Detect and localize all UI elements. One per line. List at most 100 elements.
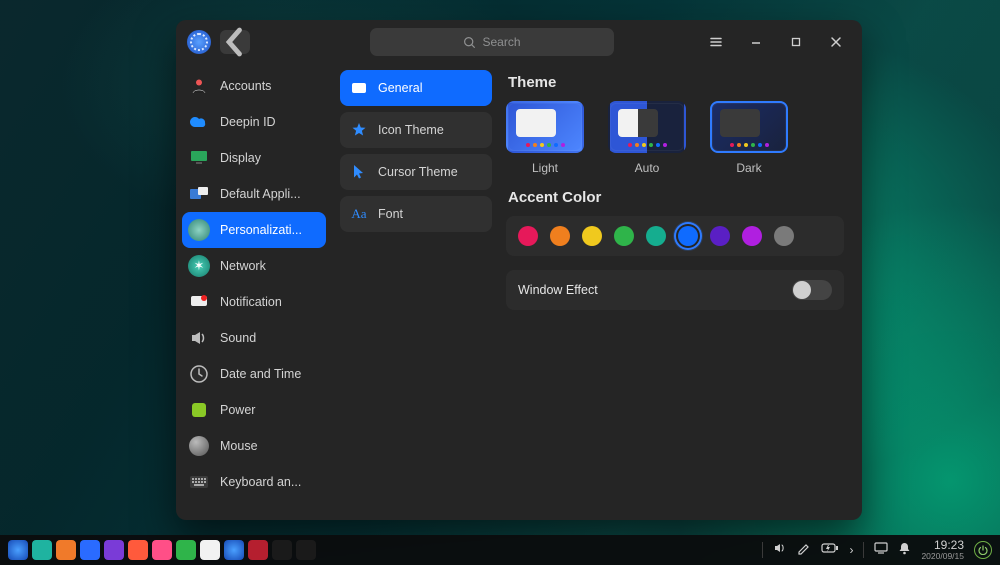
- sidebar-item-label: Notification: [220, 295, 282, 309]
- tray-desktop-icon[interactable]: [874, 542, 888, 557]
- accent-color-picker: [506, 216, 844, 256]
- font-icon: Aa: [350, 205, 368, 223]
- taskbar-app-more[interactable]: [296, 540, 316, 560]
- sidebar-item-keyboard[interactable]: Keyboard an...: [182, 464, 326, 500]
- sidebar-item-network[interactable]: ✶Network: [182, 248, 326, 284]
- sound-icon: [188, 327, 210, 349]
- cloud-icon: [188, 111, 210, 133]
- tray-volume-icon[interactable]: [773, 541, 787, 558]
- icon-theme-icon: [350, 121, 368, 139]
- taskbar-app-photos[interactable]: [152, 540, 172, 560]
- accent-swatch[interactable]: [678, 226, 698, 246]
- tray-battery-icon[interactable]: [821, 542, 839, 557]
- menu-button[interactable]: [696, 22, 736, 62]
- back-button[interactable]: [220, 30, 250, 54]
- theme-label: Dark: [736, 161, 761, 175]
- taskbar-app-multitask[interactable]: [32, 540, 52, 560]
- taskbar-app-app-store[interactable]: [80, 540, 100, 560]
- sidebar-item-accounts[interactable]: Accounts: [182, 68, 326, 104]
- sidebar-item-label: Default Appli...: [220, 187, 301, 201]
- desktop: Search Accounts Deepin ID Display Default A…: [0, 0, 1000, 565]
- taskbar-app-calendar[interactable]: [200, 540, 220, 560]
- sidebar-item-label: Display: [220, 151, 261, 165]
- accent-swatch[interactable]: [614, 226, 634, 246]
- minimize-icon: [749, 35, 763, 49]
- sidebar-item-cloud[interactable]: Deepin ID: [182, 104, 326, 140]
- sidebar-item-label: Deepin ID: [220, 115, 276, 129]
- category-sidebar: Accounts Deepin ID Display Default Appli...…: [176, 64, 332, 520]
- sidebar-item-notification[interactable]: Notification: [182, 284, 326, 320]
- theme-label: Auto: [635, 161, 660, 175]
- subtab-font[interactable]: Aa Font: [340, 196, 492, 232]
- subtab-icon-theme[interactable]: Icon Theme: [340, 112, 492, 148]
- theme-option-auto[interactable]: Auto: [608, 101, 686, 175]
- taskbar-app-browser[interactable]: [104, 540, 124, 560]
- taskbar-app-launcher[interactable]: [8, 540, 28, 560]
- settings-app-icon: [182, 25, 216, 59]
- theme-option-dark[interactable]: Dark: [710, 101, 788, 175]
- settings-window: Search Accounts Deepin ID Display Default A…: [176, 20, 862, 520]
- sidebar-item-mouse[interactable]: Mouse: [182, 428, 326, 464]
- taskbar-app-system-monitor[interactable]: [272, 540, 292, 560]
- accent-swatch[interactable]: [582, 226, 602, 246]
- sidebar-item-label: Date and Time: [220, 367, 301, 381]
- sidebar-item-label: Personalizati...: [220, 223, 302, 237]
- accent-swatch[interactable]: [742, 226, 762, 246]
- power-icon: [978, 545, 988, 555]
- taskbar: › 19:23 2020/09/15: [0, 535, 1000, 565]
- accent-heading: Accent Color: [508, 189, 844, 206]
- tray-edit-icon[interactable]: [797, 541, 811, 558]
- accent-swatch[interactable]: [646, 226, 666, 246]
- mouse-icon: [188, 435, 210, 457]
- sidebar-item-time[interactable]: Date and Time: [182, 356, 326, 392]
- sidebar-item-sound[interactable]: Sound: [182, 320, 326, 356]
- sidebar-item-label: Sound: [220, 331, 256, 345]
- accounts-icon: [188, 75, 210, 97]
- maximize-button[interactable]: [776, 22, 816, 62]
- keyboard-icon: [188, 471, 210, 493]
- search-input[interactable]: Search: [370, 28, 614, 56]
- tray-expand-icon[interactable]: ›: [849, 543, 853, 557]
- theme-thumbnail: [710, 101, 788, 153]
- clock-time: 19:23: [921, 539, 964, 552]
- subtab-cursor-theme[interactable]: Cursor Theme: [340, 154, 492, 190]
- theme-thumbnail: [506, 101, 584, 153]
- sidebar-item-power[interactable]: Power: [182, 392, 326, 428]
- cursor-theme-icon: [350, 163, 368, 181]
- theme-options: Light Auto Dark: [506, 101, 844, 175]
- close-button[interactable]: [816, 22, 856, 62]
- display-icon: [188, 147, 210, 169]
- sidebar-item-display[interactable]: Display: [182, 140, 326, 176]
- accent-swatch[interactable]: [550, 226, 570, 246]
- accent-swatch[interactable]: [774, 226, 794, 246]
- tray-notification-icon[interactable]: [898, 542, 911, 558]
- window-effect-toggle[interactable]: [792, 280, 832, 300]
- close-icon: [829, 35, 843, 49]
- minimize-button[interactable]: [736, 22, 776, 62]
- subtab-general[interactable]: General: [340, 70, 492, 106]
- sidebar-item-personalize[interactable]: Personalizati...: [182, 212, 326, 248]
- accent-swatch[interactable]: [710, 226, 730, 246]
- titlebar: Search: [176, 20, 862, 64]
- taskbar-app-mail[interactable]: [128, 540, 148, 560]
- subtab-label: Font: [378, 207, 403, 221]
- network-icon: ✶: [188, 255, 210, 277]
- personalize-icon: [188, 219, 210, 241]
- sidebar-item-default-apps[interactable]: Default Appli...: [182, 176, 326, 212]
- subtab-label: Cursor Theme: [378, 165, 458, 179]
- taskbar-app-settings[interactable]: [224, 540, 244, 560]
- sidebar-item-label: Mouse: [220, 439, 258, 453]
- power-button[interactable]: [974, 541, 992, 559]
- taskbar-app-files[interactable]: [56, 540, 76, 560]
- general-icon: [350, 79, 368, 97]
- taskbar-app-music[interactable]: [176, 540, 196, 560]
- subtab-label: General: [378, 81, 422, 95]
- clock[interactable]: 19:23 2020/09/15: [921, 539, 964, 561]
- accent-swatch[interactable]: [518, 226, 538, 246]
- theme-option-light[interactable]: Light: [506, 101, 584, 175]
- theme-thumbnail: [608, 101, 686, 153]
- power-icon: [188, 399, 210, 421]
- search-icon: [463, 36, 476, 49]
- clock-date: 2020/09/15: [921, 552, 964, 561]
- taskbar-app-terminal[interactable]: [248, 540, 268, 560]
